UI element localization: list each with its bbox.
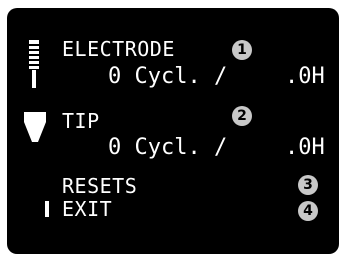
tip-icon: [24, 112, 46, 146]
exit-menu-item[interactable]: EXIT: [62, 198, 112, 220]
tip-menu-item[interactable]: TIP: [62, 110, 100, 132]
tip-hours: .0H: [285, 135, 325, 160]
electrode-icon: [27, 40, 41, 88]
resets-menu-item[interactable]: RESETS: [62, 175, 137, 197]
selection-cursor: [45, 201, 49, 217]
electrode-cycle-count: 0 Cycl. /: [108, 64, 228, 89]
electrode-number-badge: 1: [232, 40, 252, 60]
exit-number-badge: 4: [298, 201, 318, 221]
tip-number-badge: 2: [232, 106, 252, 126]
display-screen: ELECTRODE 1 0 Cycl. / .0H TIP 2 0 Cycl. …: [7, 8, 339, 254]
tip-cycle-count: 0 Cycl. /: [108, 135, 228, 160]
electrode-hours: .0H: [285, 64, 325, 89]
electrode-menu-item[interactable]: ELECTRODE: [62, 38, 175, 60]
resets-number-badge: 3: [298, 175, 318, 195]
